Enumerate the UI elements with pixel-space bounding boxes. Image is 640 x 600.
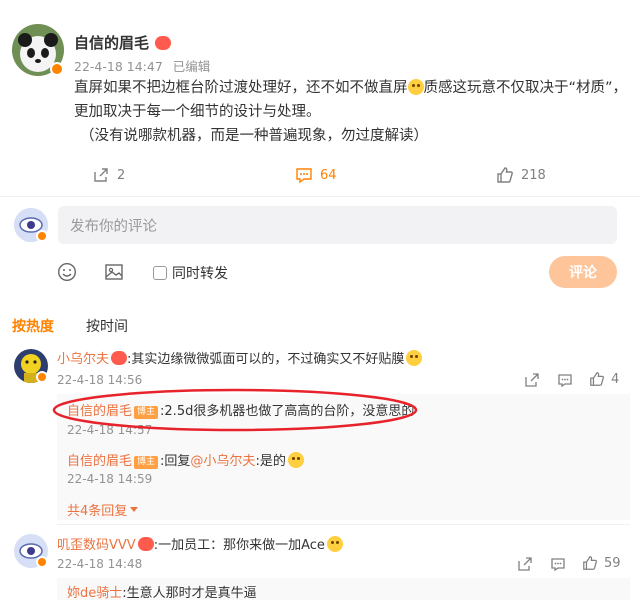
like-button[interactable]: 218 [496, 166, 546, 184]
reply-2-prefix: :回复 [160, 454, 191, 469]
post-text-line-2: 更加取决于每一个细节的设计与处理。 [74, 104, 321, 120]
vip-badge-icon [111, 351, 128, 365]
vip-badge-icon [137, 537, 154, 551]
image-upload-icon[interactable] [104, 262, 124, 282]
tab-by-popularity[interactable]: 按热度 [12, 316, 54, 336]
verified-badge-icon [50, 62, 64, 76]
reply-2-line: 自信的眉毛 博主:回复@小乌尔夫:是的 [67, 450, 304, 469]
comment-2-reply-icon[interactable] [550, 556, 566, 576]
comment-count: 64 [320, 167, 337, 183]
emoji-icon [326, 536, 343, 552]
commenter-verified-badge-icon [36, 371, 48, 383]
post-time[interactable]: 22-4-18 14:47 [74, 59, 163, 74]
like-count: 218 [521, 167, 546, 183]
also-forward-checkbox[interactable] [153, 266, 167, 280]
post-edited-label: 已编辑 [172, 59, 211, 74]
submit-comment-button[interactable]: 评论 [549, 256, 617, 288]
vip-badge-icon [155, 36, 172, 50]
post-meta: 22-4-18 14:47 已编辑 [74, 56, 210, 75]
also-forward-option[interactable]: 同时转发 [153, 263, 228, 283]
comment-1-time: 22-4-18 14:56 [57, 373, 143, 387]
post-text-line-1: 直屏如果不把边框台阶过渡处理好，还不如不做直屏 质感这玩意不仅取决于“材质”， [74, 79, 628, 96]
reply-3-text: :生意人那时才是真牛逼 [122, 586, 257, 600]
reply-3-author[interactable]: 妳de骑士 [67, 586, 122, 600]
reply-2-mention[interactable]: @小乌尔夫 [190, 454, 255, 469]
thumbs-up-icon [582, 555, 598, 571]
post-author-name[interactable]: 自信的眉毛 [74, 34, 149, 52]
comment-2-time: 22-4-18 14:48 [57, 557, 143, 571]
post-divider [0, 196, 640, 197]
reply-3-line: 妳de骑士:生意人那时才是真牛逼 [67, 582, 257, 600]
comment-1-text: :其实边缘微微弧面可以的，不过确实又不好贴膜 [127, 352, 405, 367]
comment-button[interactable]: 64 [295, 166, 337, 184]
emoji-icon [406, 350, 423, 366]
user-verified-badge-icon [36, 230, 48, 242]
thumbs-up-icon [589, 371, 605, 387]
comment-1-reply-icon[interactable] [557, 372, 573, 392]
author-badge: 博主 [134, 456, 159, 469]
post-author-line: 自信的眉毛 [74, 32, 172, 53]
emoji-icon [287, 452, 304, 468]
comment-1-share-icon[interactable] [524, 372, 540, 392]
reply-2-time: 22-4-18 14:59 [67, 472, 153, 486]
forward-button[interactable]: 2 [92, 166, 125, 184]
also-forward-label: 同时转发 [172, 266, 228, 282]
highlight-ellipse [52, 388, 418, 432]
comment-2-line: 叽歪数码VVV :一加员工：那你来做一加Ace [57, 534, 343, 553]
tab-by-time[interactable]: 按时间 [86, 316, 128, 336]
comment-input[interactable]: 发布你的评论 [58, 206, 617, 244]
comment-2-text: :一加员工：那你来做一加Ace [153, 538, 325, 553]
reply-2-text: :是的 [255, 454, 286, 469]
forward-icon [92, 166, 110, 184]
reply-2-author[interactable]: 自信的眉毛 [67, 454, 132, 469]
forward-count: 2 [117, 167, 126, 183]
emoji-icon [407, 79, 424, 95]
commenter-verified-badge-icon [36, 556, 48, 568]
comment-icon [295, 166, 313, 184]
caret-down-icon [130, 507, 139, 512]
emoji-picker-icon[interactable] [57, 262, 77, 282]
comment-2-author[interactable]: 叽歪数码VVV [57, 538, 136, 553]
comment-1-line: 小乌尔夫 :其实边缘微微弧面可以的，不过确实又不好贴膜 [57, 348, 423, 367]
comment-1-author[interactable]: 小乌尔夫 [57, 352, 109, 367]
comment-2-like-button[interactable]: 59 [582, 555, 621, 571]
thumbs-up-icon [496, 166, 514, 184]
comment-1-like-count: 4 [611, 371, 620, 387]
post-body: 直屏如果不把边框台阶过渡处理好，还不如不做直屏 质感这玩意不仅取决于“材质”， 更… [74, 76, 630, 148]
comment-2-share-icon[interactable] [517, 556, 533, 576]
comment-2-like-count: 59 [604, 555, 621, 571]
more-replies-link[interactable]: 共4条回复 [67, 500, 139, 519]
post-text-line-3: （没有说哪款机器，而是一种普遍现象，勿过度解读） [80, 128, 428, 144]
comment-1-like-button[interactable]: 4 [589, 371, 619, 387]
comment-divider [57, 524, 630, 525]
